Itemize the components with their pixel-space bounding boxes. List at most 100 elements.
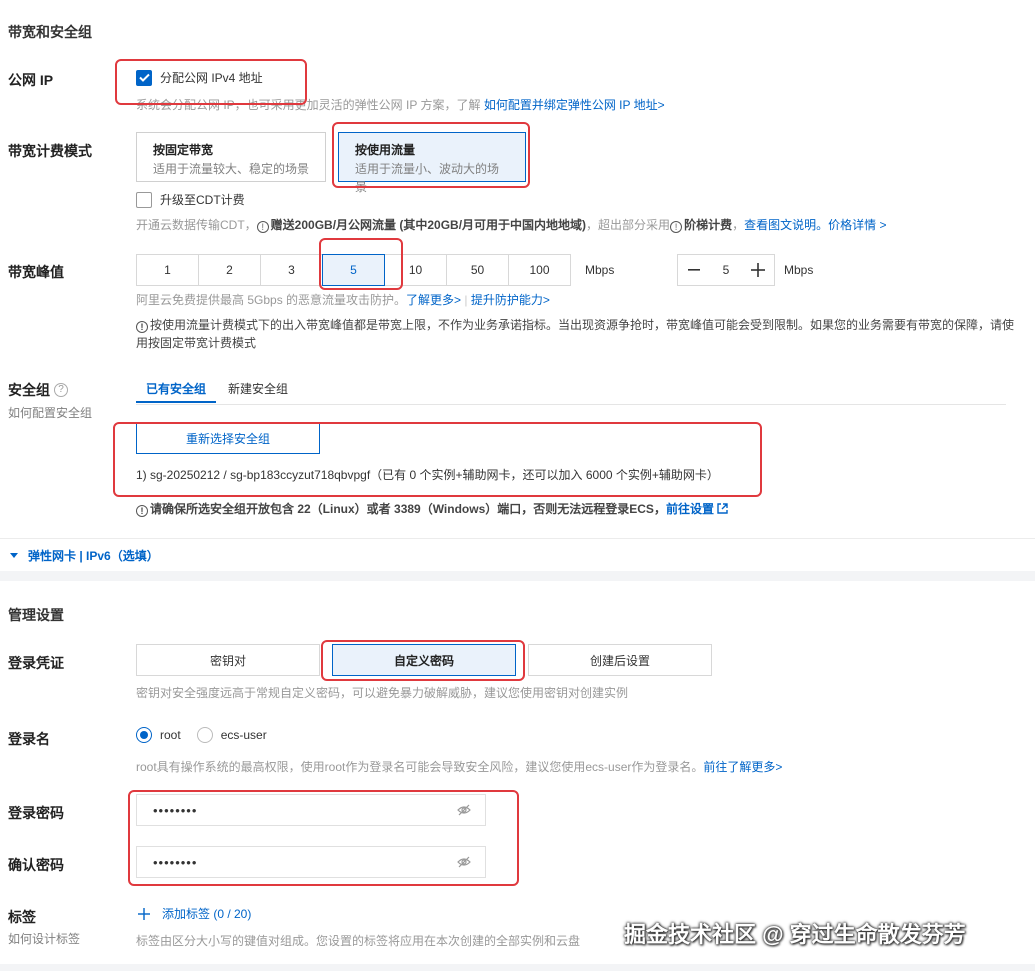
radio-ecs-user[interactable]: [196, 727, 213, 743]
tabs-divider: [136, 404, 1006, 405]
confirm-password-input[interactable]: ••••••••: [136, 846, 486, 878]
plus-icon[interactable]: [742, 255, 774, 285]
ddos-upgrade-link[interactable]: 提升防护能力>: [471, 293, 550, 307]
login-password-input[interactable]: ••••••••: [136, 794, 486, 826]
login-password-label: 登录密码: [8, 805, 64, 821]
cdt-checkbox-row[interactable]: 升级至CDT计费: [136, 191, 245, 208]
billing-option-traffic-desc: 适用于流量小、波动大的场景: [355, 162, 500, 194]
bandwidth-option-10[interactable]: 10: [384, 254, 447, 286]
add-tag-label: 添加标签 (0 / 20): [162, 907, 252, 921]
cdt-hint-mid: ，超出部分采用: [586, 218, 671, 232]
bandwidth-peak-note: ! 按使用流量计费模式下的出入带宽峰值都是带宽上限，不作为业务承诺指标。当出现资源…: [136, 316, 1021, 352]
login-name-learn-more-link[interactable]: 前往了解更多>: [703, 760, 782, 774]
confirm-password-value: ••••••••: [153, 854, 198, 870]
radio-root[interactable]: [136, 727, 152, 743]
credential-option-set-later[interactable]: 创建后设置: [528, 644, 712, 676]
credential-hint: 密钥对安全强度远高于常规自定义密码，可以避免暴力破解威胁，建议您使用密钥对创建实…: [136, 686, 629, 700]
minus-icon[interactable]: [678, 255, 710, 285]
port-note-text: 请确保所选安全组开放包含 22（Linux）或者 3389（Windows）端口…: [150, 502, 666, 516]
eye-off-icon: [457, 804, 471, 816]
watermark: 掘金技术社区 @ 穿过生命散发芬芳: [624, 922, 966, 947]
public-ip-hint-text: 系统会分配公网 IP，也可采用更加灵活的弹性公网 IP 方案，了解: [136, 98, 481, 112]
security-group-label-row: 安全组 ?: [8, 380, 68, 400]
login-password-value: ••••••••: [153, 802, 198, 818]
peak-bandwidth-options: 1 2 3 5 10 50 100: [136, 254, 571, 286]
bandwidth-stepper-value[interactable]: 5: [710, 255, 742, 285]
eni-toggle[interactable]: 弹性网卡 | IPv6（选填）: [10, 547, 159, 564]
ddos-hint-text: 阿里云免费提供最高 5Gbps 的恶意流量攻击防护。: [136, 293, 407, 307]
cdt-hint-bold: 赠送200GB/月公网流量 (其中20GB/月可用于中国内地地域): [270, 218, 587, 232]
cdt-price-link[interactable]: 价格详情 >: [828, 218, 886, 232]
bandwidth-option-2[interactable]: 2: [198, 254, 261, 286]
go-settings-link[interactable]: 前往设置: [666, 502, 714, 516]
billing-option-fixed-desc: 适用于流量较大、稳定的场景: [153, 162, 310, 176]
bandwidth-option-5[interactable]: 5: [322, 254, 385, 286]
billing-option-traffic-title: 按使用流量: [355, 143, 416, 157]
cdt-doc-link[interactable]: 查看图文说明。: [744, 218, 828, 232]
billing-mode-label: 带宽计费模式: [8, 143, 92, 159]
help-icon[interactable]: ?: [54, 383, 68, 397]
external-link-icon: [717, 503, 729, 514]
stepper-unit: Mbps: [784, 263, 814, 277]
bandwidth-peak-note-text: 按使用流量计费模式下的出入带宽峰值都是带宽上限，不作为业务承诺指标。当出现资源争…: [136, 318, 1015, 350]
info-icon: !: [136, 505, 148, 517]
check-icon: [138, 73, 150, 82]
assign-ipv4-checkbox-row[interactable]: 分配公网 IPv4 地址: [136, 69, 263, 86]
selected-sg-item: 1) sg-20250212 / sg-bp183ccyzut718qbvpgf…: [136, 468, 719, 482]
credential-label: 登录凭证: [8, 655, 64, 671]
security-group-sublabel[interactable]: 如何配置安全组: [8, 404, 92, 421]
tab-new-sg[interactable]: 新建安全组: [218, 375, 298, 403]
eip-config-link[interactable]: 如何配置并绑定弹性公网 IP 地址>: [484, 98, 665, 112]
peak-bandwidth-label: 带宽峰值: [8, 264, 64, 280]
divider: [0, 538, 1035, 539]
reselect-sg-button[interactable]: 重新选择安全组: [136, 423, 320, 454]
bottom-divider: [0, 964, 1035, 971]
radio-ecs-user-label: ecs-user: [220, 728, 267, 742]
tags-sublabel[interactable]: 如何设计标签: [8, 930, 80, 947]
bandwidth-option-3[interactable]: 3: [260, 254, 323, 286]
confirm-password-label: 确认密码: [8, 857, 64, 873]
bandwidth-option-50[interactable]: 50: [446, 254, 509, 286]
credential-option-keypair[interactable]: 密钥对: [136, 644, 320, 676]
info-icon: !: [136, 321, 148, 333]
bandwidth-stepper: 5: [677, 254, 775, 286]
cdt-hint: 开通云数据传输CDT，! 赠送200GB/月公网流量 (其中20GB/月可用于中国…: [136, 216, 886, 233]
public-ip-hint: 系统会分配公网 IP，也可采用更加灵活的弹性公网 IP 方案，了解 如何配置并绑…: [136, 96, 665, 113]
billing-option-traffic[interactable]: 按使用流量 适用于流量小、波动大的场景: [338, 132, 526, 194]
eni-toggle-label: 弹性网卡 | IPv6（选填）: [28, 549, 159, 563]
info-icon: !: [256, 221, 269, 233]
public-ip-label: 公网 IP: [8, 72, 54, 88]
info-icon: !: [670, 221, 683, 233]
port-note: ! 请确保所选安全组开放包含 22（Linux）或者 3389（Windows）端…: [136, 500, 729, 518]
cdt-checkbox[interactable]: [136, 191, 152, 208]
tags-hint: 标签由区分大小写的键值对组成。您设置的标签将应用在本次创建的全部实例和云盘: [136, 934, 581, 948]
security-group-label: 安全组: [8, 382, 50, 398]
login-name-options: root ecs-user: [136, 727, 267, 743]
add-tag-button[interactable]: 添加标签 (0 / 20): [138, 905, 251, 922]
login-name-option-root[interactable]: root: [136, 727, 181, 743]
ddos-learn-more-link[interactable]: 了解更多>: [406, 293, 461, 307]
billing-option-fixed-title: 按固定带宽: [153, 143, 214, 157]
ddos-hint: 阿里云免费提供最高 5Gbps 的恶意流量攻击防护。了解更多> | 提升防护能力…: [136, 293, 550, 307]
caret-down-icon: [10, 552, 18, 558]
tags-label: 标签: [8, 909, 36, 925]
section-divider: [0, 571, 1035, 581]
billing-option-fixed[interactable]: 按固定带宽 适用于流量较大、稳定的场景: [136, 132, 326, 182]
login-name-hint: root具有操作系统的最高权限，使用root作为登录名可能会导致安全风险，建议您…: [136, 758, 782, 775]
radio-root-label: root: [160, 728, 181, 742]
cdt-hint-suffix: ，: [732, 218, 745, 232]
assign-ipv4-checkbox[interactable]: [136, 69, 152, 86]
cdt-checkbox-label: 升级至CDT计费: [160, 193, 245, 207]
section-title-bandwidth: 带宽和安全组: [8, 24, 92, 40]
cdt-hint-prefix: 开通云数据传输CDT，: [136, 218, 257, 232]
security-group-tabs: 已有安全组 新建安全组: [136, 375, 298, 403]
tab-existing-sg[interactable]: 已有安全组: [136, 375, 217, 403]
login-name-hint-text: root具有操作系统的最高权限，使用root作为登录名可能会导致安全风险，建议您…: [136, 760, 704, 774]
credential-option-custom-password[interactable]: 自定义密码: [332, 644, 516, 676]
bandwidth-option-1[interactable]: 1: [136, 254, 199, 286]
login-name-option-ecs-user[interactable]: ecs-user: [196, 727, 267, 743]
bandwidth-option-100[interactable]: 100: [508, 254, 571, 286]
login-name-label: 登录名: [8, 731, 50, 747]
plus-icon: [138, 907, 150, 920]
eye-off-icon: [457, 856, 471, 868]
